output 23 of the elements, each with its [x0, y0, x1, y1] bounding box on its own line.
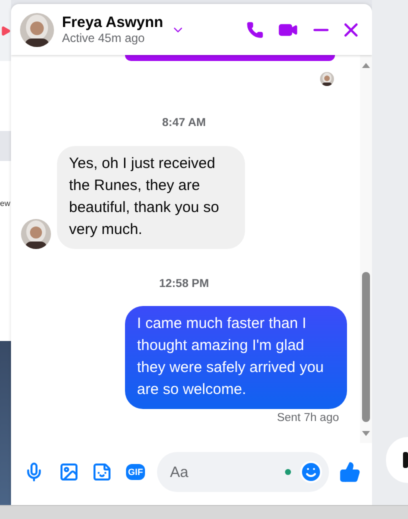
scroll-up-icon[interactable] — [361, 61, 371, 69]
scroll-down-icon[interactable] — [361, 430, 371, 438]
avatar — [21, 219, 51, 249]
sticker-icon[interactable] — [92, 462, 112, 482]
play-icon — [0, 24, 11, 36]
gif-button[interactable]: GIF — [126, 464, 145, 480]
round-button[interactable] — [386, 437, 408, 483]
active-status: Active 45m ago — [62, 31, 146, 45]
microphone-icon[interactable] — [24, 462, 44, 482]
scrollbar[interactable] — [360, 55, 372, 443]
timestamp: 8:47 AM — [162, 117, 206, 129]
image-icon[interactable] — [59, 462, 79, 482]
timestamp: 12:58 PM — [159, 278, 209, 290]
thumbs-up-icon[interactable] — [339, 461, 361, 483]
sent-status: Sent 7h ago — [276, 412, 339, 424]
background-text: ew — [0, 198, 10, 208]
seen-avatar — [320, 72, 334, 86]
message-bubble: I came much faster than I thought amazing I'm glad they were safely arrived you are so welcome. — [125, 306, 347, 409]
message-input[interactable]: Aa — [157, 452, 329, 492]
message-bubble: Yes, oh I just received the Runes, they are beautiful, thank you so very much. — [57, 146, 245, 249]
contact-name: Freya Aswynn — [62, 14, 164, 31]
phone-icon[interactable] — [246, 20, 264, 38]
profile-avatar — [20, 12, 54, 46]
